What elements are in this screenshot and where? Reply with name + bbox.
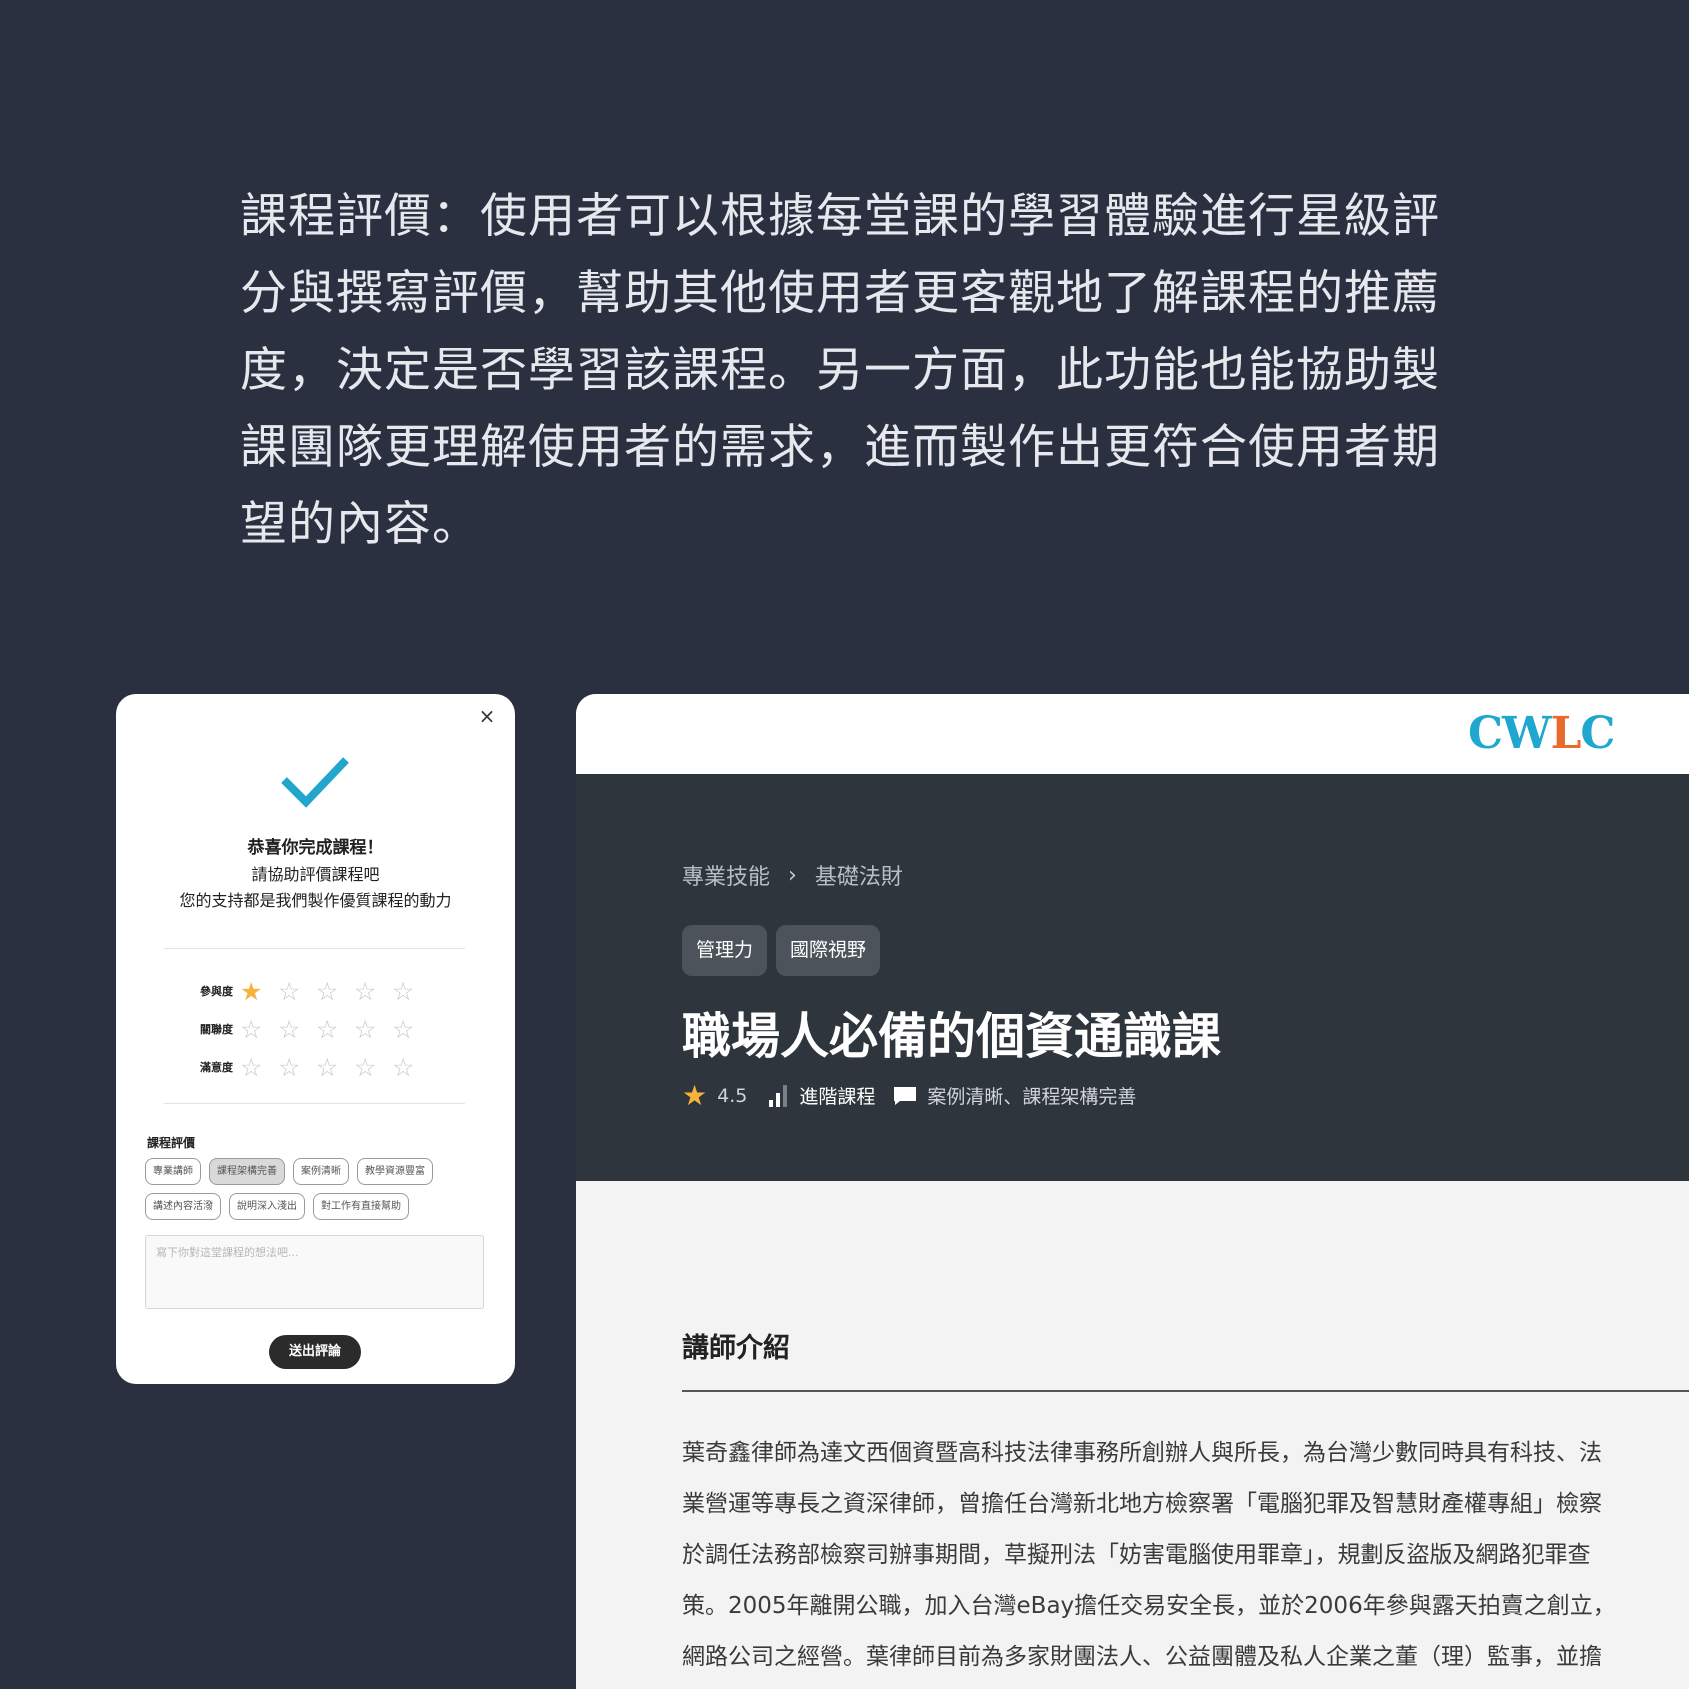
review-tag[interactable]: 對工作有直接幫助 bbox=[313, 1193, 409, 1220]
review-textarea[interactable]: 寫下你對這堂課程的想法吧... bbox=[145, 1235, 484, 1309]
star-icon[interactable]: ☆ bbox=[240, 1017, 278, 1042]
rating-label: 關聯度 bbox=[200, 1023, 233, 1036]
star-icon[interactable]: ☆ bbox=[392, 979, 430, 1004]
site-header: CWLC bbox=[576, 694, 1689, 774]
section-divider bbox=[682, 1390, 1689, 1392]
star-icon[interactable]: ☆ bbox=[316, 979, 354, 1004]
course-page-window: CWLC 專業技能 › 基礎法財 管理力 國際視野 職場人必備的個資通識課 ★ … bbox=[576, 694, 1689, 1689]
star-icon[interactable]: ☆ bbox=[354, 1017, 392, 1042]
course-review-tags: 案例清晰、課程架構完善 bbox=[927, 1086, 1137, 1108]
star-rating: ☆ ☆ ☆ ☆ ☆ bbox=[240, 1055, 430, 1080]
rating-label: 參與度 bbox=[200, 985, 233, 998]
star-icon[interactable]: ☆ bbox=[392, 1017, 430, 1042]
star-icon[interactable]: ☆ bbox=[316, 1055, 354, 1080]
submit-review-button[interactable]: 送出評論 bbox=[269, 1335, 361, 1369]
review-modal: × 恭喜你完成課程！ 請協助評價課程吧 您的支持都是我們製作優質課程的動力 參與… bbox=[116, 694, 515, 1384]
course-hero: 專業技能 › 基礎法財 管理力 國際視野 職場人必備的個資通識課 ★ 4.5 進… bbox=[576, 774, 1689, 1181]
breadcrumb: 專業技能 › 基礎法財 bbox=[682, 859, 903, 891]
close-icon[interactable]: × bbox=[475, 704, 499, 728]
review-tag[interactable]: 講述內容活潑 bbox=[145, 1193, 221, 1220]
chip-management[interactable]: 管理力 bbox=[682, 925, 768, 976]
rating-row-satisfaction: 滿意度 ☆ ☆ ☆ ☆ ☆ bbox=[200, 1048, 440, 1086]
divider bbox=[164, 1103, 465, 1104]
divider bbox=[164, 948, 465, 949]
course-tag-chips: 管理力 國際視野 bbox=[682, 925, 881, 976]
course-meta: ★ 4.5 進階課程 案例清晰、課程架構完善 bbox=[682, 1079, 1136, 1112]
breadcrumb-item-subcategory[interactable]: 基礎法財 bbox=[815, 859, 903, 891]
review-tag-list: 專業講師 課程架構完善 案例清晰 教學資源豐富講述內容活潑 說明深入淺出 對工作有直接幫助 bbox=[145, 1158, 485, 1220]
intro-paragraph: 課程評價：使用者可以根據每堂課的學習體驗進行星級評分與撰寫評價，幫助其他使用者更… bbox=[240, 189, 1440, 552]
level-bars-icon bbox=[769, 1084, 788, 1107]
review-tag[interactable]: 專業講師 bbox=[145, 1158, 201, 1185]
instructor-section-title: 講師介紹 bbox=[682, 1333, 790, 1364]
cwlc-logo[interactable]: CWLC bbox=[1468, 708, 1615, 759]
star-icon[interactable]: ☆ bbox=[278, 1017, 316, 1042]
star-icon[interactable]: ☆ bbox=[240, 1055, 278, 1080]
review-tag[interactable]: 課程架構完善 bbox=[209, 1158, 285, 1185]
course-rating: 4.5 bbox=[717, 1084, 748, 1107]
course-title: 職場人必備的個資通識課 bbox=[682, 1008, 1222, 1065]
course-level: 進階課程 bbox=[799, 1086, 876, 1108]
comment-icon bbox=[894, 1086, 917, 1105]
bio-line: 葉奇鑫律師為達文西個資暨高科技法律事務所創辦人與所長，為台灣少數同時具有科技、法 bbox=[682, 1440, 1602, 1466]
modal-support-text: 您的支持都是我們製作優質課程的動力 bbox=[179, 891, 452, 910]
modal-subtitle: 請協助評價課程吧 bbox=[251, 865, 380, 884]
rating-row-relevance: 關聯度 ☆ ☆ ☆ ☆ ☆ bbox=[200, 1010, 440, 1048]
presentation-slide: 課程評價：使用者可以根據每堂課的學習體驗進行星級評分與撰寫評價，幫助其他使用者更… bbox=[0, 0, 1689, 1689]
chip-international[interactable]: 國際視野 bbox=[776, 925, 881, 976]
bio-line: 業營運等專長之資深律師，曾擔任台灣新北地方檢察署「電腦犯罪及智慧財產權專組」檢察 bbox=[682, 1491, 1602, 1517]
bio-line: 網路公司之經營。葉律師目前為多家財團法人、公益團體及私人企業之董（理）監事，並擔 bbox=[682, 1644, 1602, 1670]
star-icon[interactable]: ☆ bbox=[354, 979, 392, 1004]
rating-label: 滿意度 bbox=[200, 1061, 233, 1074]
instructor-bio: 葉奇鑫律師為達文西個資暨高科技法律事務所創辦人與所長，為台灣少數同時具有科技、法… bbox=[682, 1428, 1689, 1683]
star-rating: ★ ☆ ☆ ☆ ☆ bbox=[240, 979, 430, 1004]
breadcrumb-item-category[interactable]: 專業技能 bbox=[682, 859, 770, 891]
bio-line: 策。2005年離開公職，加入台灣eBay擔任交易安全長，並於2006年參與露天拍… bbox=[682, 1593, 1616, 1619]
review-tag[interactable]: 教學資源豐富 bbox=[357, 1158, 433, 1185]
review-tag[interactable]: 說明深入淺出 bbox=[229, 1193, 305, 1220]
completion-message: 恭喜你完成課程！ 請協助評價課程吧 您的支持都是我們製作優質課程的動力 bbox=[116, 834, 515, 914]
checkmark-icon bbox=[281, 757, 349, 808]
star-icon: ★ bbox=[682, 1079, 708, 1112]
star-icon[interactable]: ★ bbox=[240, 979, 278, 1004]
review-tag[interactable]: 案例清晰 bbox=[293, 1158, 349, 1185]
rating-group: 參與度 ★ ☆ ☆ ☆ ☆ 關聯度 ☆ ☆ ☆ ☆ ☆ 滿意度 ☆ ☆ ☆ ☆ ☆ bbox=[200, 972, 440, 1086]
rating-row-engagement: 參與度 ★ ☆ ☆ ☆ ☆ bbox=[200, 972, 440, 1010]
star-icon[interactable]: ☆ bbox=[354, 1055, 392, 1080]
bio-line: 於調任法務部檢察司辦事期間，草擬刑法「妨害電腦使用罪章」，規劃反盜版及網路犯罪查 bbox=[682, 1542, 1591, 1568]
review-section-label: 課程評價 bbox=[147, 1136, 196, 1150]
star-icon[interactable]: ☆ bbox=[316, 1017, 354, 1042]
star-rating: ☆ ☆ ☆ ☆ ☆ bbox=[240, 1017, 430, 1042]
star-icon[interactable]: ☆ bbox=[392, 1055, 430, 1080]
modal-title: 恭喜你完成課程！ bbox=[247, 838, 384, 858]
star-icon[interactable]: ☆ bbox=[278, 979, 316, 1004]
chevron-right-icon: › bbox=[788, 862, 797, 888]
star-icon[interactable]: ☆ bbox=[278, 1055, 316, 1080]
